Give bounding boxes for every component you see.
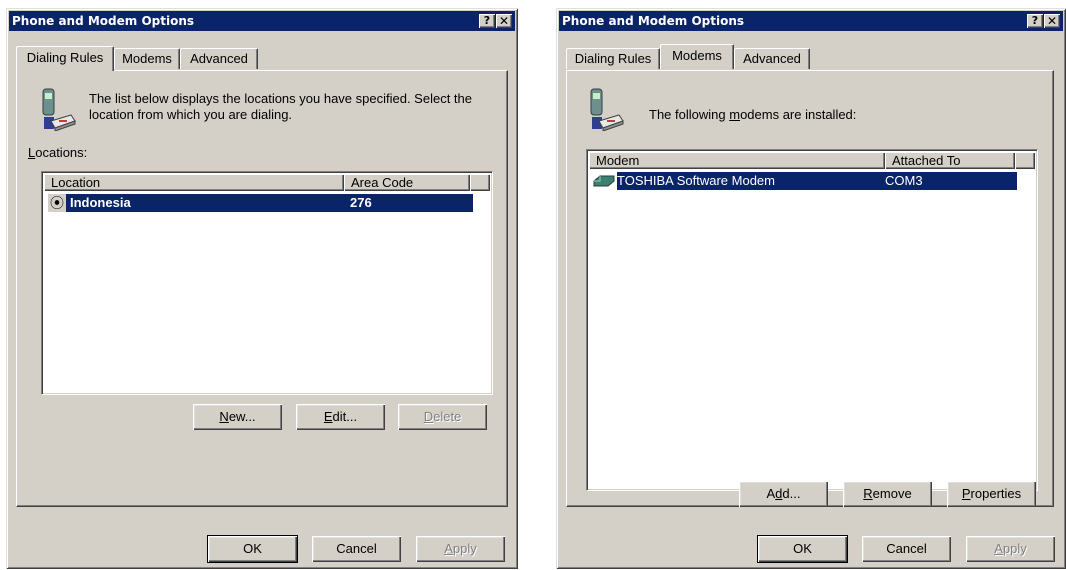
modem-device-icon xyxy=(593,175,615,187)
apply-button[interactable]: Apply xyxy=(416,536,505,562)
tab-panel-modems: The following modems are installed: Mode… xyxy=(566,70,1054,507)
close-icon[interactable]: ✕ xyxy=(1044,14,1060,28)
locations-label-rest: ocations: xyxy=(35,145,88,160)
column-header-filler xyxy=(1015,152,1035,169)
title-bar[interactable]: Phone and Modem Options ? ✕ xyxy=(559,11,1063,31)
apply-label-rest: pply xyxy=(452,541,477,556)
locations-label: Locations: xyxy=(28,145,87,160)
column-header-filler xyxy=(470,174,490,191)
area-code: 276 xyxy=(350,195,372,210)
remove-mnemonic: R xyxy=(863,486,873,501)
add-modem-button[interactable]: Add... xyxy=(739,481,828,507)
help-icon[interactable]: ? xyxy=(479,14,495,28)
intro-text: The list below displays the locations yo… xyxy=(89,91,472,122)
phone-modem-icon xyxy=(42,88,76,131)
new-location-button[interactable]: New... xyxy=(193,404,282,430)
phone-modem-icon xyxy=(590,88,624,131)
intro-text: The following modems are installed: xyxy=(649,107,857,122)
remove-label-rest: emove xyxy=(872,486,912,501)
column-header-attached-to[interactable]: Attached To xyxy=(885,152,1015,169)
cancel-button[interactable]: Cancel xyxy=(312,536,401,562)
phone-modem-options-dialog-dialing: Phone and Modem Options ? ✕ Dialing Rule… xyxy=(6,8,518,569)
table-row[interactable]: TOSHIBA Software Modem COM3 xyxy=(617,172,1017,190)
tab-dialing-rules[interactable]: Dialing Rules xyxy=(566,48,660,69)
modems-list[interactable]: Modem Attached To TOSHIBA Software Modem… xyxy=(586,149,1038,491)
properties-label-rest: roperties xyxy=(970,486,1022,501)
column-header-location[interactable]: Location xyxy=(44,174,344,191)
add-label-pre: A xyxy=(766,486,776,501)
edit-mnemonic: E xyxy=(323,409,333,424)
tab-modems[interactable]: Modems xyxy=(660,44,734,69)
remove-modem-button[interactable]: Remove xyxy=(843,481,932,507)
attached-to: COM3 xyxy=(885,173,923,188)
apply-button[interactable]: Apply xyxy=(966,536,1055,562)
new-label-rest: ew... xyxy=(228,409,256,424)
tab-dialing-rules[interactable]: Dialing Rules xyxy=(16,46,114,71)
tab-advanced[interactable]: Advanced xyxy=(734,48,810,69)
edit-label-rest: dit... xyxy=(332,409,358,424)
apply-label-rest: pply xyxy=(1002,541,1027,556)
window-title: Phone and Modem Options xyxy=(562,14,745,28)
add-label-rest: d... xyxy=(782,486,801,501)
location-name: Indonesia xyxy=(70,195,131,210)
tab-advanced[interactable]: Advanced xyxy=(180,48,258,69)
apply-mnemonic: A xyxy=(444,541,453,556)
close-icon[interactable]: ✕ xyxy=(496,14,512,28)
locations-list[interactable]: Location Area Code ⦿ Indonesia 276 xyxy=(41,171,493,395)
cancel-button[interactable]: Cancel xyxy=(862,536,951,562)
table-row[interactable]: ⦿ Indonesia 276 xyxy=(48,194,473,212)
new-mnemonic: N xyxy=(219,409,229,424)
column-header-area-code[interactable]: Area Code xyxy=(344,174,470,191)
delete-mnemonic: D xyxy=(423,409,434,424)
edit-location-button[interactable]: Edit... xyxy=(296,404,385,430)
delete-location-button[interactable]: Delete xyxy=(398,404,487,430)
column-header-modem[interactable]: Modem xyxy=(589,152,885,169)
help-icon[interactable]: ? xyxy=(1027,14,1043,28)
tab-panel-dialing-rules: The list below displays the locations yo… xyxy=(16,70,508,507)
delete-label-rest: elete xyxy=(433,409,462,424)
modem-name: TOSHIBA Software Modem xyxy=(617,173,775,188)
phone-modem-options-dialog-modems: Phone and Modem Options ? ✕ Dialing Rule… xyxy=(556,8,1066,569)
tab-modems[interactable]: Modems xyxy=(114,48,180,69)
ok-button[interactable]: OK xyxy=(207,535,298,563)
apply-mnemonic: A xyxy=(994,541,1003,556)
modems-mnemonic: m xyxy=(729,107,741,122)
ok-button[interactable]: OK xyxy=(757,535,848,563)
properties-mnemonic: P xyxy=(961,486,971,501)
default-location-icon: ⦿ xyxy=(48,194,66,212)
window-title: Phone and Modem Options xyxy=(12,14,195,28)
title-bar[interactable]: Phone and Modem Options ? ✕ xyxy=(9,11,515,31)
properties-button[interactable]: Properties xyxy=(947,481,1036,507)
